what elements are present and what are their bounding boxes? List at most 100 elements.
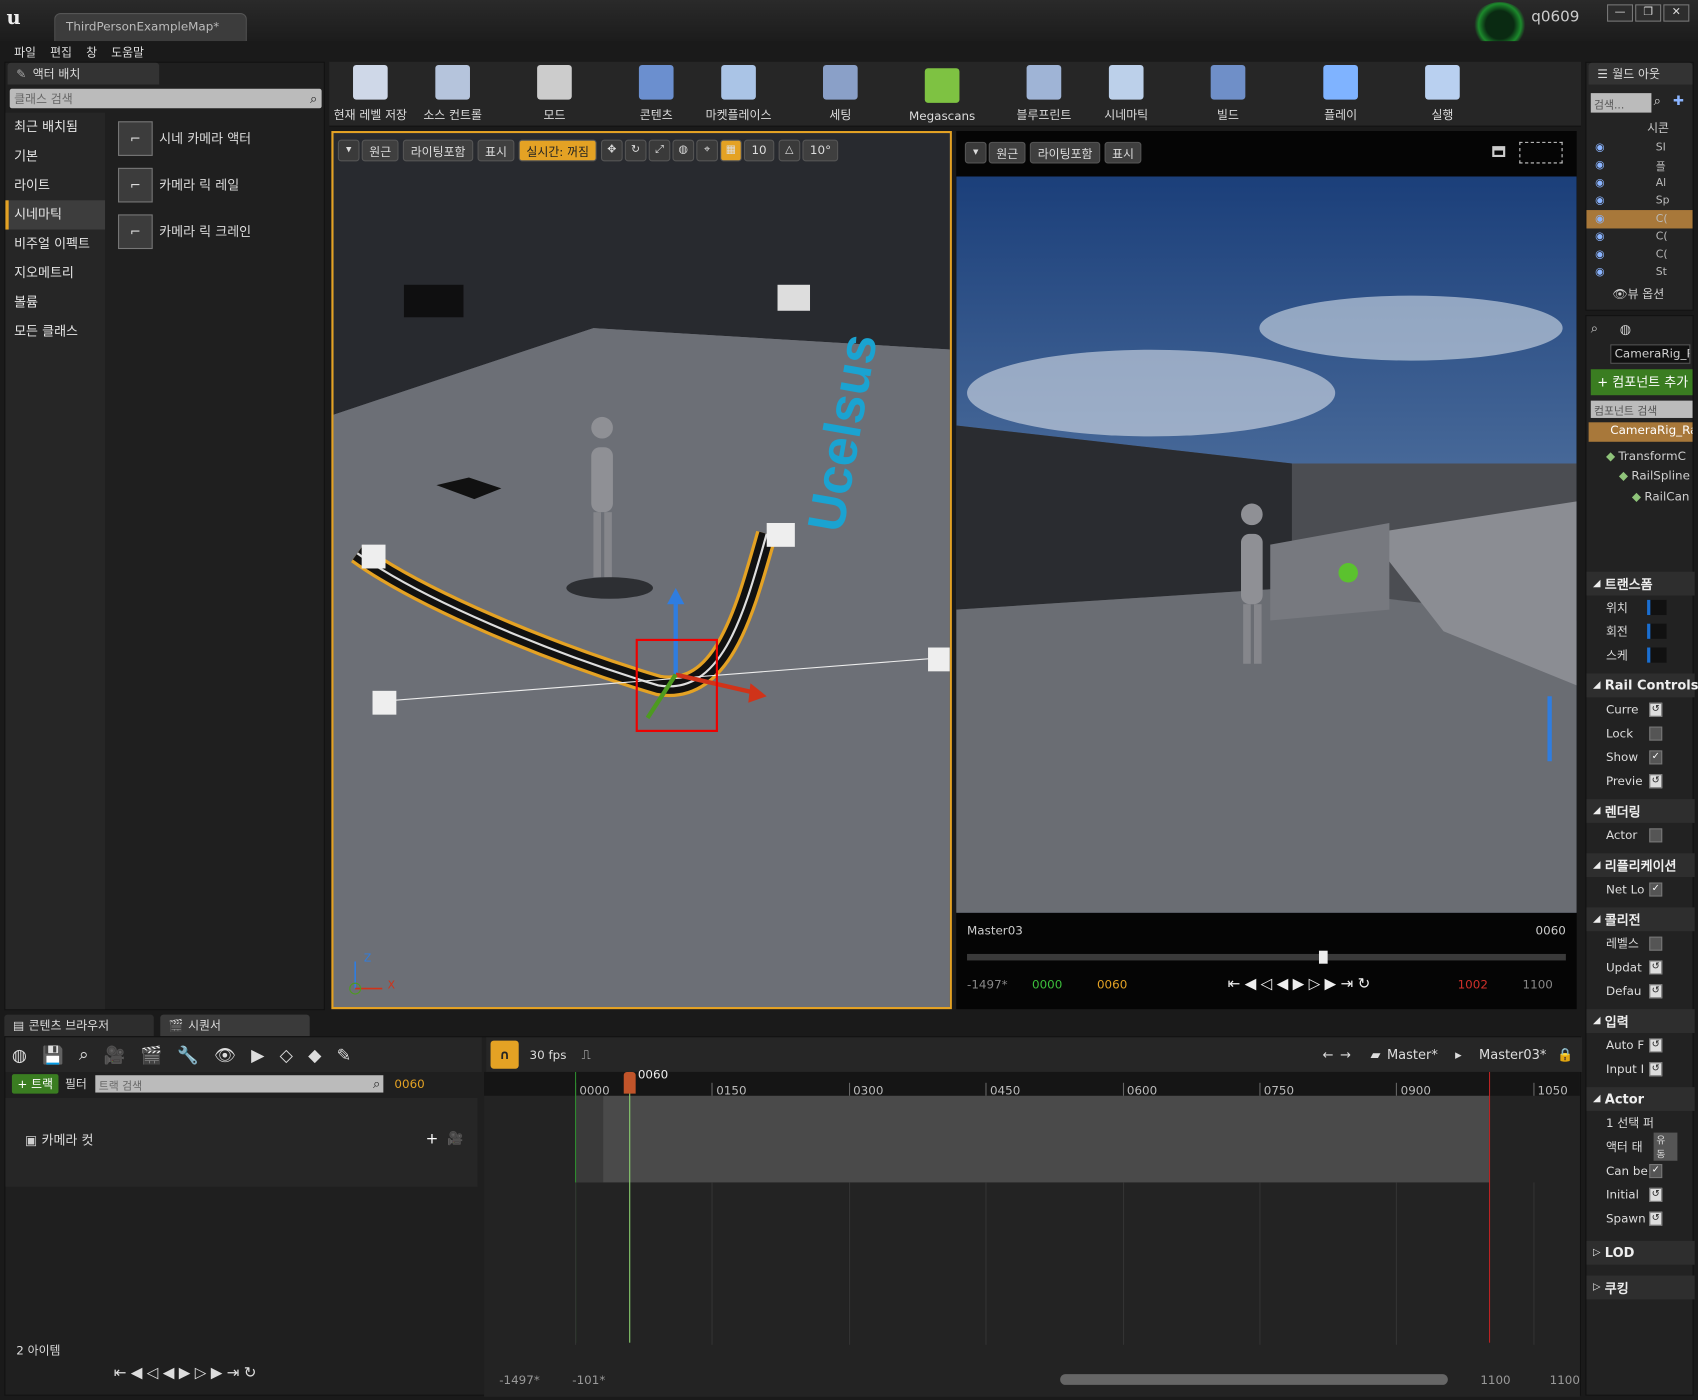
- details-section-header[interactable]: ◢ 렌더링: [1586, 799, 1695, 823]
- reset-default-icon[interactable]: ↺: [1649, 773, 1663, 788]
- settings-button[interactable]: 세팅: [804, 62, 878, 127]
- perspective-button[interactable]: 원근: [988, 141, 1026, 164]
- view-end-field[interactable]: 1100: [1550, 1372, 1580, 1386]
- rotation-snap-icon[interactable]: △: [778, 139, 801, 162]
- visibility-eye-icon[interactable]: ◉: [1595, 231, 1656, 243]
- root-component[interactable]: CameraRig_Ra: [1588, 422, 1693, 442]
- mobility-dropdown[interactable]: 유동: [1653, 1132, 1678, 1161]
- lock-icon[interactable]: 🔒: [1557, 1047, 1573, 1062]
- working-start-field[interactable]: -101*: [572, 1372, 605, 1386]
- current-frame-field[interactable]: 0060: [394, 1077, 424, 1091]
- timeline-area[interactable]: 0000 0150 0300 0450 0600 0750 0900 1050 0060 -1…: [484, 1068, 1580, 1397]
- actor-class-item[interactable]: ⌐ 카메라 릭 레일: [109, 161, 321, 208]
- component-item[interactable]: ◆ RailCan: [1586, 486, 1694, 506]
- save-button[interactable]: 현재 레벨 저장: [334, 62, 408, 127]
- camera-icon[interactable]: 🎥: [447, 1130, 463, 1145]
- vector-field[interactable]: [1647, 623, 1667, 639]
- eye-icon[interactable]: 👁: [214, 1044, 236, 1065]
- curve-editor-icon[interactable]: ⎍: [582, 1047, 591, 1063]
- filter-button[interactable]: 필터: [65, 1075, 87, 1092]
- visibility-eye-icon[interactable]: ◉: [1595, 159, 1656, 171]
- spline-point[interactable]: [361, 544, 386, 569]
- category-item[interactable]: 시네마틱: [5, 200, 106, 230]
- outliner-row[interactable]: ◉ St: [1586, 264, 1692, 282]
- reset-default-icon[interactable]: ↺: [1649, 1037, 1663, 1052]
- details-section-header[interactable]: ▷ LOD: [1586, 1240, 1695, 1265]
- tab-sequencer[interactable]: 🎬 시퀀서: [160, 1014, 310, 1037]
- scale-icon[interactable]: ⤢: [648, 139, 671, 162]
- edit-icon[interactable]: ✎: [337, 1044, 352, 1065]
- actor-class-item[interactable]: ⌐ 시네 카메라 액터: [109, 115, 321, 162]
- fps-dropdown[interactable]: 30 fps: [530, 1048, 567, 1062]
- category-item[interactable]: 최근 배치됨: [5, 113, 105, 142]
- wrench-icon[interactable]: 🔧: [177, 1044, 199, 1065]
- outliner-row[interactable]: ◉ C(: [1586, 228, 1692, 246]
- details-section-header[interactable]: ▷ 쿠킹: [1586, 1275, 1695, 1300]
- key-auto-icon[interactable]: ◆: [308, 1044, 321, 1065]
- maximize-button[interactable]: ❐: [1635, 4, 1662, 22]
- details-section-header[interactable]: ◢ 리플리케이션: [1586, 853, 1695, 878]
- document-tab[interactable]: ThirdPersonExampleMap*: [54, 12, 247, 42]
- viewport-cinematic[interactable]: ▾ 원근 라이팅포함 표시 Master03 0060 -1497* 0000 …: [956, 131, 1577, 1010]
- actor-class-item[interactable]: ⌐ 카메라 릭 크레인: [109, 208, 321, 255]
- checkbox[interactable]: ✓: [1649, 749, 1663, 764]
- outliner-row[interactable]: ◉ 플: [1586, 156, 1692, 174]
- camera-icon[interactable]: 🎥: [104, 1044, 126, 1065]
- vector-field[interactable]: [1647, 599, 1667, 616]
- menu-file[interactable]: 파일: [14, 43, 36, 60]
- add-track-button[interactable]: + 트랙: [11, 1074, 59, 1094]
- transport-buttons[interactable]: ⇤◀◁◀▶▷▶⇥↻: [114, 1364, 261, 1381]
- viewport-menu-button[interactable]: ▾: [337, 139, 360, 162]
- lit-button[interactable]: 라이팅포함: [403, 139, 474, 162]
- layout-options-icon[interactable]: [1519, 141, 1563, 164]
- category-item[interactable]: 볼륨: [5, 288, 105, 317]
- menu-edit[interactable]: 편집: [50, 43, 72, 60]
- add-folder-icon[interactable]: ✚: [1673, 93, 1684, 108]
- view-options-button[interactable]: 👁 뷰 옵션: [1612, 285, 1664, 302]
- spline-point[interactable]: [372, 690, 397, 715]
- viewport-scene[interactable]: Ucelsus Z X: [333, 133, 952, 1009]
- tab-content-browser[interactable]: ▤ 콘텐츠 브라우저: [4, 1014, 154, 1037]
- reset-default-icon[interactable]: ↺: [1649, 1187, 1663, 1202]
- visibility-eye-icon[interactable]: ◉: [1595, 177, 1656, 189]
- surface-snap-icon[interactable]: ⌖: [696, 139, 718, 162]
- outliner-row[interactable]: ◉ C(: [1586, 246, 1692, 264]
- camera-cut-lane[interactable]: [575, 1095, 1489, 1183]
- visibility-eye-icon[interactable]: ◉: [1595, 142, 1656, 154]
- checkbox[interactable]: [1649, 827, 1663, 842]
- outliner-row[interactable]: ◉ Al: [1586, 174, 1692, 192]
- menu-window[interactable]: 창: [86, 43, 97, 60]
- forward-icon[interactable]: →: [1340, 1047, 1351, 1062]
- viewport-menu-button[interactable]: ▾: [964, 141, 987, 164]
- outliner-search-input[interactable]: 검색...: [1590, 93, 1652, 113]
- translate-icon[interactable]: ✥: [600, 139, 623, 162]
- play-options-icon[interactable]: ▶: [251, 1044, 264, 1065]
- track-search-input[interactable]: 트랙 검색 ⌕: [95, 1075, 384, 1093]
- show-button[interactable]: 표시: [477, 139, 515, 162]
- source-control-button[interactable]: 소스 컨트롤: [416, 62, 490, 127]
- viewport-perspective[interactable]: Ucelsus Z X ▾ 원근 라이팅포함 표시 실시간: 꺼짐 ✥ ↻ ⤢ …: [331, 131, 952, 1010]
- category-item[interactable]: 라이트: [5, 171, 105, 200]
- visibility-eye-icon[interactable]: ◉: [1595, 249, 1656, 261]
- category-item[interactable]: 지오메트리: [5, 259, 105, 288]
- menu-help[interactable]: 도움말: [111, 43, 144, 60]
- checkbox[interactable]: [1649, 936, 1663, 951]
- clapper-icon[interactable]: 🎬: [141, 1044, 163, 1065]
- details-section-header[interactable]: ◢ 콜리전: [1586, 907, 1695, 932]
- world-settings-tab-icon[interactable]: ◍: [1620, 321, 1631, 336]
- key-icon[interactable]: ◇: [280, 1044, 293, 1065]
- actor-name-field[interactable]: CameraRig_Ra: [1610, 344, 1691, 364]
- grid-snap-value[interactable]: 10: [743, 139, 775, 162]
- cinematics-button[interactable]: 시네마틱: [1089, 62, 1163, 127]
- breadcrumb-master[interactable]: Master*: [1387, 1047, 1438, 1062]
- spline-point[interactable]: [928, 647, 952, 672]
- tab-place-actors[interactable]: ✎ 액터 배치: [7, 62, 160, 85]
- reset-default-icon[interactable]: ↺: [1649, 702, 1663, 717]
- component-item[interactable]: ◆ RailSpline: [1586, 466, 1694, 486]
- world-icon[interactable]: ◍: [672, 139, 695, 162]
- class-search-input[interactable]: 클래스 검색 ⌕: [9, 88, 322, 109]
- playhead-handle[interactable]: [623, 1071, 636, 1094]
- grid-snap-icon[interactable]: ▦: [720, 139, 742, 162]
- component-item[interactable]: ◆ TransformC: [1586, 446, 1694, 466]
- outliner-row[interactable]: ◉ C(: [1586, 210, 1693, 228]
